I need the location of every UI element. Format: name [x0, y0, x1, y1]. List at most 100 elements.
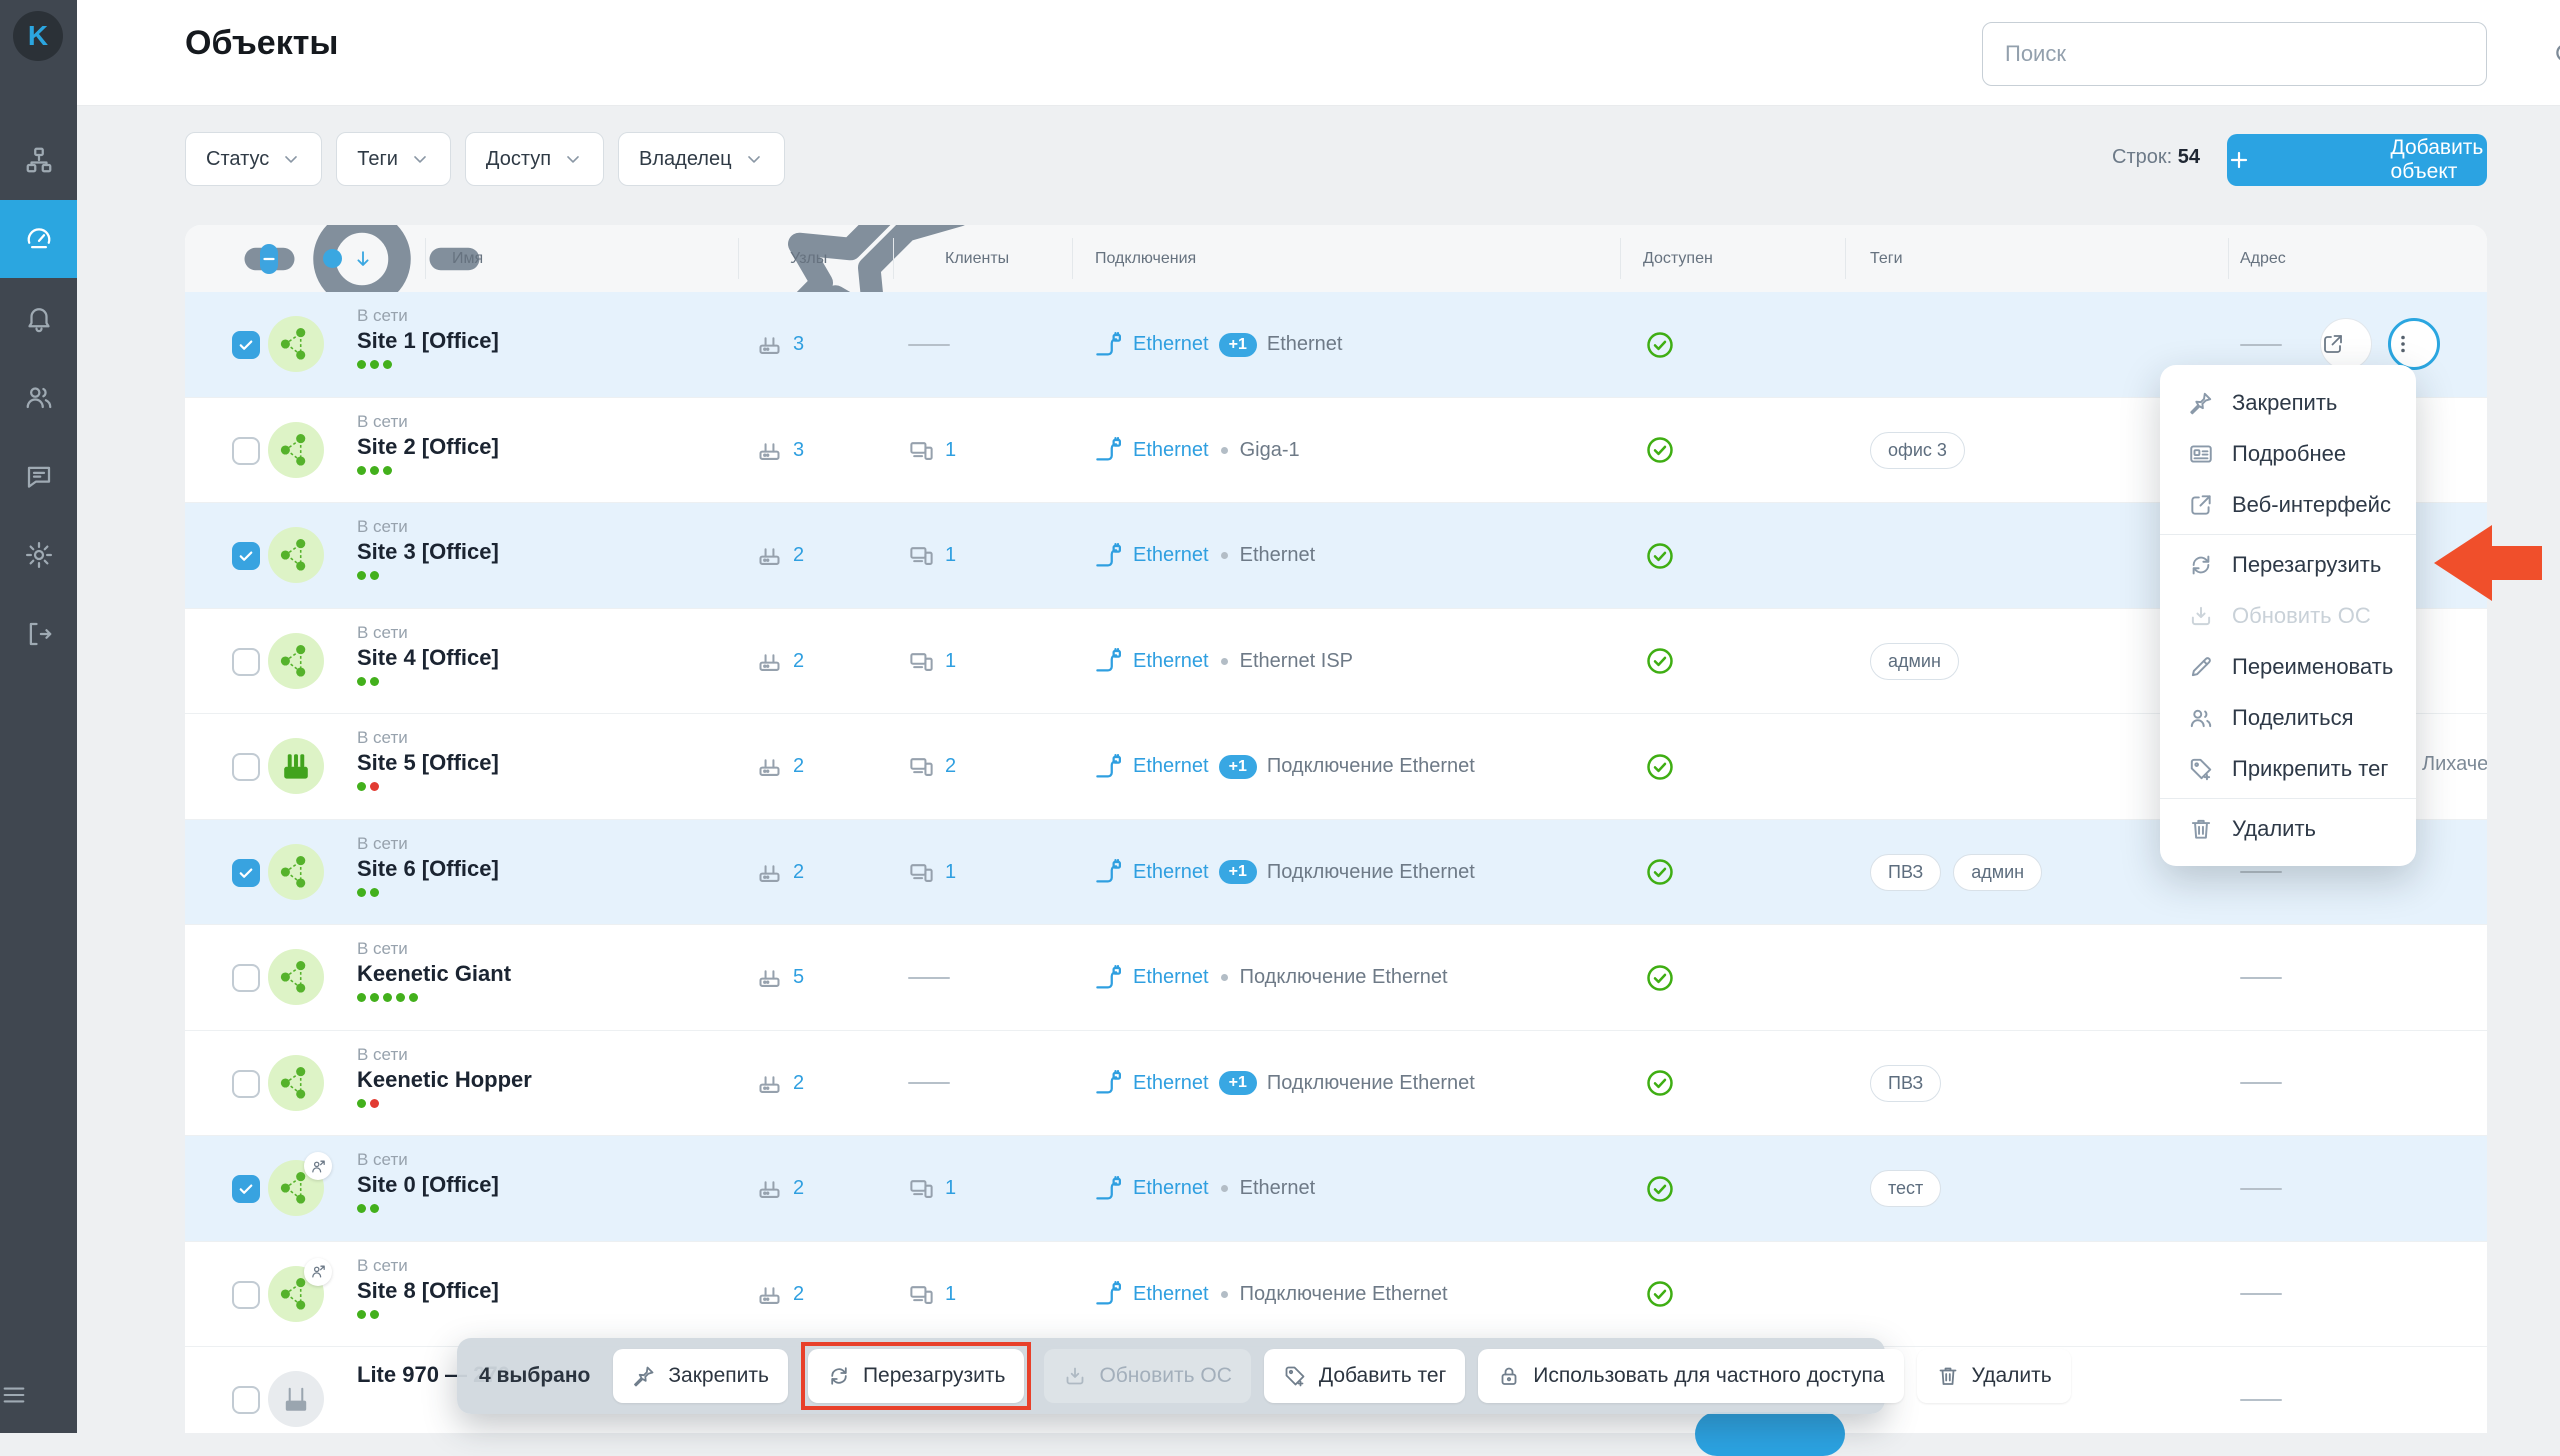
tag-pill[interactable]: ПВЗ [1870, 1065, 1941, 1102]
more-connections-badge[interactable]: +1 [1219, 333, 1257, 357]
object-name[interactable]: Site 8 [Office] [357, 1277, 499, 1304]
sidebar-menu-toggle[interactable] [0, 1365, 77, 1425]
row-checkbox[interactable] [232, 859, 260, 887]
nodes-count[interactable]: 2 [793, 861, 804, 884]
row-checkbox[interactable] [232, 964, 260, 992]
clients-cell[interactable]: 1 [908, 609, 956, 715]
clients-cell[interactable] [908, 925, 950, 1031]
nodes-cell[interactable]: 2 [756, 820, 804, 926]
clients-cell[interactable]: 1 [908, 1136, 956, 1242]
nodes-cell[interactable]: 3 [756, 292, 804, 398]
bulk-button-lock[interactable]: Использовать для частного доступа [1478, 1349, 1903, 1403]
clients-cell[interactable] [908, 292, 950, 398]
connection-link[interactable]: Ethernet [1133, 1072, 1209, 1095]
object-name[interactable]: Site 3 [Office] [357, 538, 499, 565]
table-row[interactable]: В сети Keenetic Giant 5 EthernetПодключе… [185, 925, 2487, 1031]
table-row[interactable]: В сети Site 6 [Office] 2 1 Ethernet+1Под… [185, 820, 2487, 926]
row-checkbox[interactable] [232, 331, 260, 359]
tag-pill[interactable]: тест [1870, 1170, 1941, 1207]
object-name[interactable]: Site 5 [Office] [357, 749, 499, 776]
bulk-button-tag[interactable]: Добавить тег [1264, 1349, 1465, 1403]
nodes-cell[interactable]: 5 [756, 925, 804, 1031]
connection-link[interactable]: Ethernet [1133, 650, 1209, 673]
table-row[interactable]: В сети Site 1 [Office] 3 Ethernet+1Ether… [185, 292, 2487, 398]
clients-cell[interactable] [908, 1031, 950, 1137]
tag-pill[interactable]: ПВЗ [1870, 854, 1941, 891]
table-row[interactable]: В сети Site 3 [Office] 2 1 EthernetEther… [185, 503, 2487, 609]
object-name[interactable]: Site 4 [Office] [357, 644, 499, 671]
nodes-cell[interactable]: 2 [756, 1242, 804, 1348]
context-menu-item-trash[interactable]: Удалить [2160, 803, 2416, 854]
add-object-button[interactable]: Добавить объект [2227, 134, 2487, 186]
column-header-address[interactable]: Адрес [2240, 225, 2286, 292]
table-row[interactable]: В сети Site 5 [Office] 2 2 Ethernet+1Под… [185, 714, 2487, 820]
more-connections-badge[interactable]: +1 [1219, 860, 1257, 884]
object-name[interactable]: Site 1 [Office] [357, 327, 499, 354]
nodes-cell[interactable]: 2 [756, 1136, 804, 1242]
context-menu-item-tag[interactable]: Прикрепить тег [2160, 743, 2416, 794]
clients-count[interactable]: 1 [945, 439, 956, 462]
context-menu-item-pin[interactable]: Закрепить [2160, 377, 2416, 428]
clients-cell[interactable]: 1 [908, 503, 956, 609]
table-row[interactable]: В сети Keenetic Hopper 2 Ethernet+1Подкл… [185, 1031, 2487, 1137]
nodes-cell[interactable]: 2 [756, 503, 804, 609]
nodes-count[interactable]: 2 [793, 650, 804, 673]
nodes-cell[interactable]: 2 [756, 1031, 804, 1137]
object-name[interactable]: Site 2 [Office] [357, 433, 499, 460]
object-name[interactable]: Keenetic Hopper [357, 1066, 532, 1093]
row-checkbox[interactable] [232, 753, 260, 781]
connection-link[interactable]: Ethernet [1133, 861, 1209, 884]
magnifier-icon[interactable] [2315, 39, 2560, 69]
sidebar-item-speedometer[interactable] [0, 200, 77, 278]
sidebar-item-logout[interactable] [0, 595, 77, 673]
select-all-checkbox[interactable] [260, 225, 278, 292]
sort-descending-icon[interactable] [352, 225, 374, 292]
nodes-count[interactable]: 2 [793, 544, 804, 567]
clients-count[interactable]: 1 [945, 544, 956, 567]
search-input[interactable] [2003, 40, 2295, 68]
column-header-connections[interactable]: Подключения [1095, 225, 1196, 292]
connection-link[interactable]: Ethernet [1133, 439, 1209, 462]
context-menu-item-share[interactable]: Поделиться [2160, 692, 2416, 743]
sidebar-item-gear[interactable] [0, 516, 77, 594]
clients-count[interactable]: 1 [945, 1283, 956, 1306]
clients-cell[interactable]: 1 [908, 820, 956, 926]
web-interface-button[interactable] [2320, 318, 2372, 370]
filter-chip-владелец[interactable]: Владелец [618, 132, 785, 186]
context-menu-item-refresh[interactable]: Перезагрузить [2160, 539, 2416, 590]
clients-count[interactable]: 2 [945, 755, 956, 778]
tag-pill[interactable]: админ [1870, 643, 1959, 680]
row-checkbox[interactable] [232, 648, 260, 676]
sidebar-item-chat[interactable] [0, 437, 77, 515]
context-menu-item-external[interactable]: Веб-интерфейс [2160, 479, 2416, 530]
clients-count[interactable]: 1 [945, 1177, 956, 1200]
row-checkbox[interactable] [232, 1386, 260, 1414]
table-row[interactable]: В сети Site 4 [Office] 2 1 EthernetEther… [185, 609, 2487, 715]
row-checkbox[interactable] [232, 1175, 260, 1203]
nodes-cell[interactable]: 2 [756, 609, 804, 715]
table-row[interactable]: В сети Site 2 [Office] 3 1 EthernetGiga-… [185, 398, 2487, 504]
column-header-nodes[interactable]: Узлы [790, 225, 827, 292]
clients-cell[interactable]: 1 [908, 398, 956, 504]
context-menu-item-pencil[interactable]: Переименовать [2160, 641, 2416, 692]
column-header-clients[interactable]: Клиенты [945, 225, 1009, 292]
object-name[interactable]: Keenetic Giant [357, 960, 511, 987]
nodes-count[interactable]: 2 [793, 1177, 804, 1200]
row-checkbox[interactable] [232, 1281, 260, 1309]
connection-link[interactable]: Ethernet [1133, 1177, 1209, 1200]
column-header-available[interactable]: Доступен [1643, 225, 1713, 292]
clients-cell[interactable]: 2 [908, 714, 956, 820]
bulk-button-pin[interactable]: Закрепить [613, 1349, 788, 1403]
nodes-count[interactable]: 2 [793, 755, 804, 778]
bulk-button-trash[interactable]: Удалить [1917, 1349, 2071, 1403]
connection-link[interactable]: Ethernet [1133, 1283, 1209, 1306]
nodes-count[interactable]: 3 [793, 333, 804, 356]
tag-pill[interactable]: админ [1953, 854, 2042, 891]
row-checkbox[interactable] [232, 542, 260, 570]
nodes-count[interactable]: 2 [793, 1283, 804, 1306]
context-menu-item-card[interactable]: Подробнее [2160, 428, 2416, 479]
sidebar-item-users[interactable] [0, 358, 77, 436]
row-checkbox[interactable] [232, 437, 260, 465]
table-row[interactable]: В сети Site 0 [Office] 2 1 EthernetEther… [185, 1136, 2487, 1242]
nodes-count[interactable]: 2 [793, 1072, 804, 1095]
